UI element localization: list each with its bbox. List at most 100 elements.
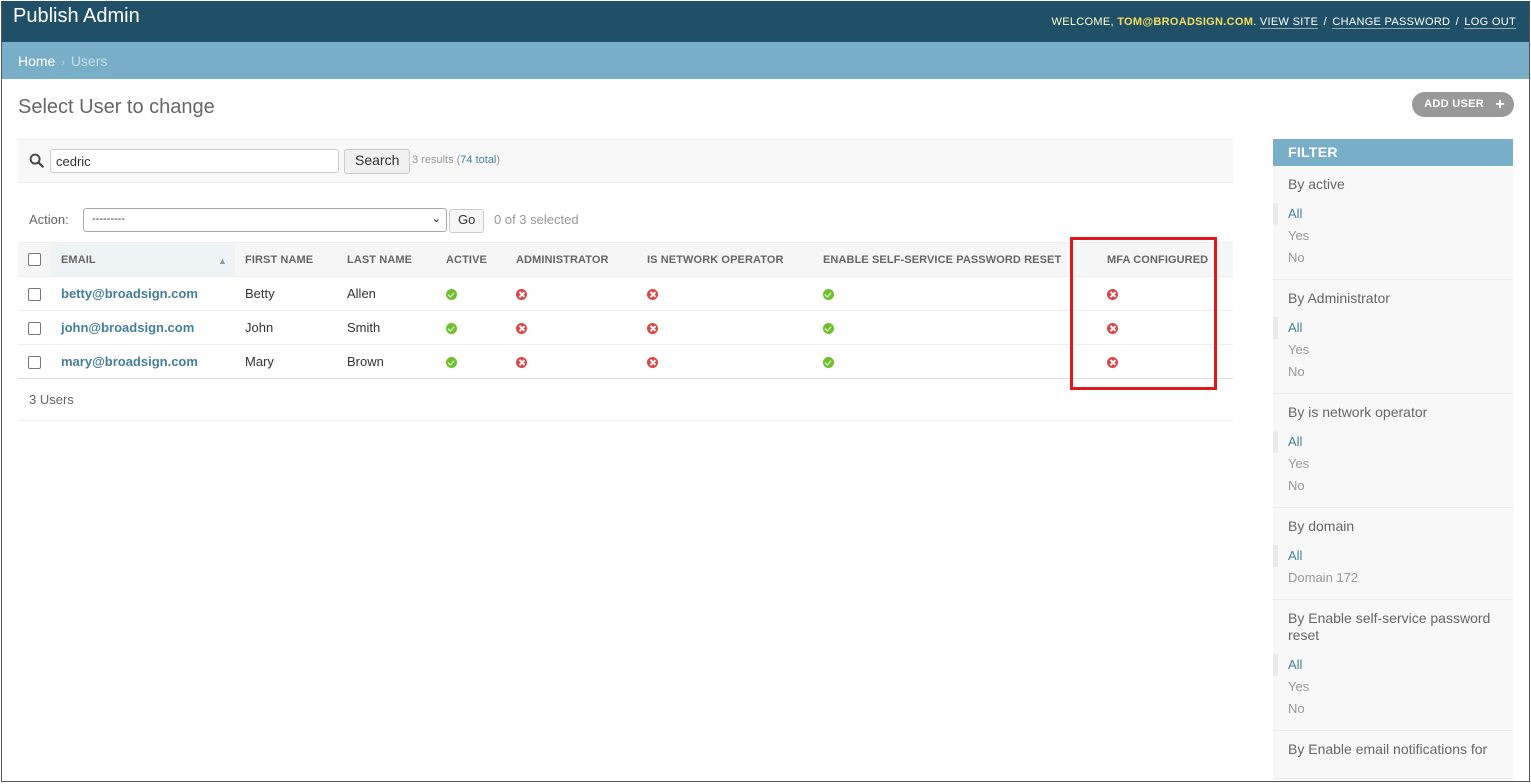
administrator-cell <box>506 344 637 379</box>
breadcrumb-home-link[interactable]: Home <box>18 53 55 69</box>
filter-options: All Yes No <box>1273 431 1498 497</box>
filter-option[interactable]: Yes <box>1288 225 1498 247</box>
filter-option[interactable]: Yes <box>1288 339 1498 361</box>
first-name-cell: Mary <box>235 344 337 379</box>
column-header-first-name[interactable]: First name <box>235 242 337 277</box>
filter-group-title: By Enable email notifications for <box>1288 741 1488 757</box>
column-header-password-reset[interactable]: Enable self-service password reset <box>813 242 1097 277</box>
no-icon <box>516 289 527 301</box>
results-text-end: ) <box>496 154 501 166</box>
row-checkbox-cell <box>18 310 51 345</box>
column-header-active[interactable]: Active <box>436 242 506 277</box>
chevron-down-icon: ⌄ <box>431 213 441 225</box>
email-link[interactable]: mary@broadsign.com <box>61 354 198 369</box>
filter-group: By domain All Domain 172 <box>1273 508 1513 600</box>
welcome-text: Welcome, <box>1051 16 1114 28</box>
email-link[interactable]: john@broadsign.com <box>61 320 194 335</box>
filter-sidebar: Filter By active All Yes No By Administrator… <box>1273 139 1513 781</box>
network-operator-cell <box>637 344 813 379</box>
breadcrumb-current: Users <box>70 53 108 69</box>
table-header-row: Email ▲ First name Last name Active Admin… <box>18 242 1233 277</box>
filter-options: All Yes No <box>1273 203 1498 269</box>
action-select[interactable]: --------- ⌄ <box>83 208 447 232</box>
first-name-cell: John <box>235 310 337 345</box>
search-results-count: 3 results (74 total) <box>412 154 500 166</box>
email-link[interactable]: betty@broadsign.com <box>61 286 198 301</box>
yes-icon <box>823 323 834 335</box>
column-header-network-operator[interactable]: Is network operator <box>637 242 813 277</box>
table-row: john@broadsign.com John Smith <box>18 310 1233 345</box>
filter-option[interactable]: Yes <box>1288 676 1498 698</box>
action-select-value: --------- <box>92 213 125 225</box>
select-all-cell <box>18 242 51 277</box>
filter-group: By is network operator All Yes No <box>1273 394 1513 508</box>
yes-icon <box>446 323 457 335</box>
result-count: 3 Users <box>29 392 74 407</box>
user-tools: Welcome, tom@broadsign.com. View site / … <box>1051 16 1516 29</box>
filter-option[interactable]: No <box>1288 361 1498 383</box>
sort-ascending-icon[interactable]: ▲ <box>218 256 227 266</box>
select-all-checkbox[interactable] <box>28 253 41 266</box>
row-checkbox[interactable] <box>28 288 41 302</box>
email-cell: betty@broadsign.com <box>51 276 235 311</box>
filter-group-title: By is network operator <box>1288 404 1428 420</box>
filter-option[interactable]: All <box>1273 545 1498 567</box>
log-out-link[interactable]: Log out <box>1464 16 1516 29</box>
row-checkbox-cell <box>18 344 51 379</box>
breadcrumb-separator: › <box>61 57 65 69</box>
column-header-administrator[interactable]: Administrator <box>506 242 637 277</box>
active-cell <box>436 344 506 379</box>
filter-option[interactable]: No <box>1288 247 1498 269</box>
mfa-column-highlight <box>1070 237 1217 390</box>
first-name-cell: Betty <box>235 276 337 311</box>
filter-group-title: By domain <box>1288 518 1355 534</box>
password-reset-cell <box>813 310 1097 345</box>
filter-option[interactable]: No <box>1288 475 1498 497</box>
add-user-label: Add User <box>1424 98 1484 110</box>
table-row: betty@broadsign.com Betty Allen <box>18 276 1233 311</box>
row-checkbox[interactable] <box>28 322 41 336</box>
admin-window: Publish Admin Welcome, tom@broadsign.com… <box>1 1 1530 782</box>
column-email-label: Email <box>61 253 96 266</box>
yes-icon <box>823 357 834 369</box>
row-checkbox-cell <box>18 276 51 311</box>
action-counter: 0 of 3 selected <box>494 212 579 227</box>
search-icon <box>29 153 44 168</box>
filter-option[interactable]: No <box>1288 698 1498 720</box>
table-row: mary@broadsign.com Mary Brown <box>18 344 1233 379</box>
results-text: 3 results ( <box>412 154 461 166</box>
site-brand[interactable]: Publish Admin <box>13 5 140 28</box>
filter-option[interactable]: Yes <box>1288 453 1498 475</box>
current-user: tom@broadsign.com <box>1117 16 1254 28</box>
change-password-link[interactable]: Change password <box>1332 16 1451 29</box>
row-checkbox[interactable] <box>28 356 41 370</box>
no-icon <box>516 357 527 369</box>
search-button[interactable]: Search <box>344 149 411 174</box>
network-operator-cell <box>637 276 813 311</box>
go-button[interactable]: Go <box>449 209 485 233</box>
column-header-email[interactable]: Email ▲ <box>51 242 235 277</box>
add-user-button[interactable]: Add User + <box>1412 92 1514 117</box>
filter-group: By active All Yes No <box>1273 166 1513 280</box>
filter-option[interactable]: All <box>1273 431 1498 453</box>
filter-group-title: By active <box>1288 176 1345 192</box>
total-link[interactable]: 74 total <box>460 154 496 166</box>
last-name-cell: Smith <box>337 310 436 345</box>
column-header-last-name[interactable]: Last name <box>337 242 436 277</box>
filter-option[interactable]: All <box>1273 317 1498 339</box>
active-cell <box>436 310 506 345</box>
search-input[interactable] <box>50 149 339 173</box>
filter-group-title: By Administrator <box>1288 290 1390 306</box>
view-site-link[interactable]: View site <box>1259 16 1319 29</box>
filter-option[interactable]: All <box>1273 654 1498 676</box>
no-icon <box>647 357 658 369</box>
filter-group-title: By Enable self-service password reset <box>1288 610 1491 643</box>
password-reset-cell <box>813 344 1097 379</box>
header: Publish Admin Welcome, tom@broadsign.com… <box>2 1 1529 42</box>
network-operator-cell <box>637 310 813 345</box>
filter-option[interactable]: Domain 172 <box>1288 567 1498 589</box>
filter-option[interactable]: All <box>1273 203 1498 225</box>
active-cell <box>436 276 506 311</box>
results-table-container: Email ▲ First name Last name Active Admin… <box>18 242 1233 379</box>
breadcrumb: Home › Users <box>2 42 1529 79</box>
